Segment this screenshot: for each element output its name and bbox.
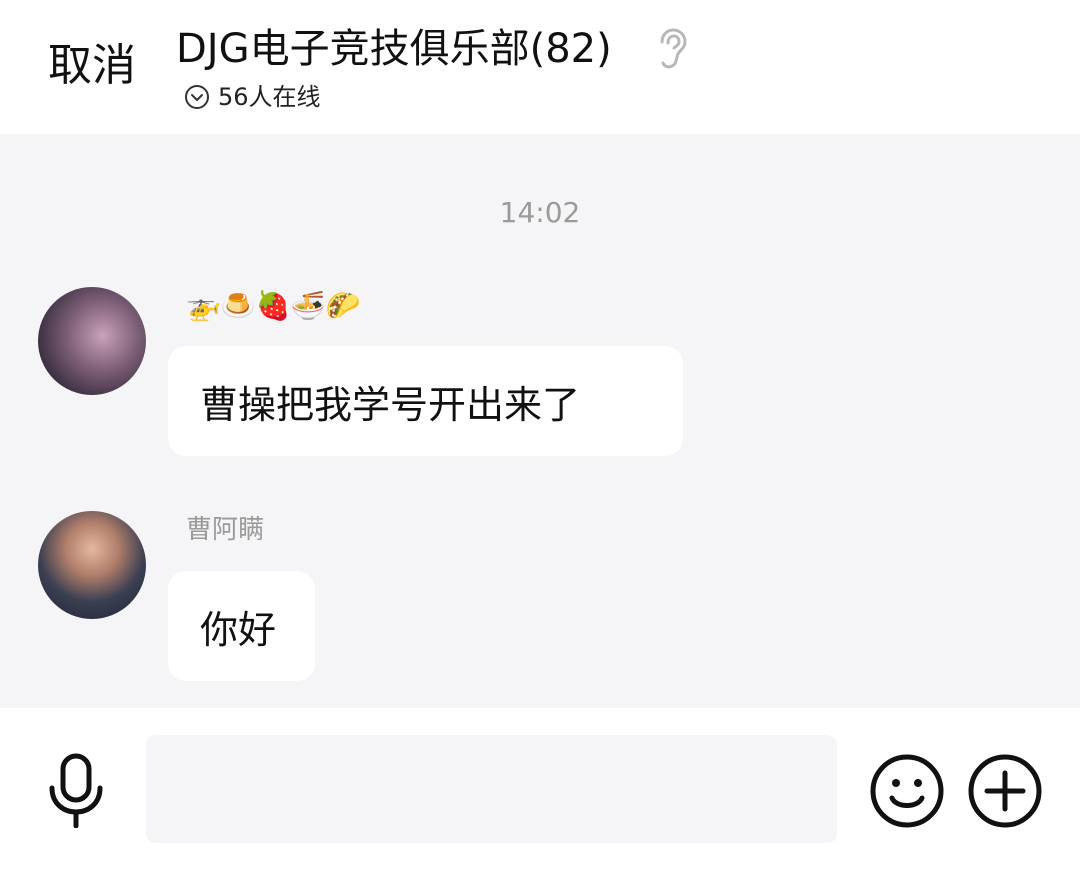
- avatar[interactable]: [38, 511, 146, 619]
- online-status[interactable]: 56人在线: [184, 80, 321, 114]
- group-title[interactable]: DJG电子竞技俱乐部(82): [176, 24, 612, 74]
- sender-name: 🚁🍮🍓🍜🌮: [186, 289, 361, 322]
- message-text: 你好: [200, 607, 277, 652]
- message-bubble[interactable]: 你好: [168, 571, 315, 681]
- chevron-down-icon: [185, 85, 209, 109]
- avatar[interactable]: [38, 287, 146, 395]
- cancel-button[interactable]: 取消: [48, 40, 136, 92]
- chat-header: 取消 DJG电子竞技俱乐部(82) 56人在线: [0, 0, 1080, 134]
- plus-icon[interactable]: [966, 752, 1044, 830]
- online-count: 56人在线: [218, 83, 321, 111]
- sender-name: 曹阿瞒: [186, 515, 265, 545]
- microphone-icon[interactable]: [44, 752, 108, 828]
- message-list[interactable]: 14:02 🚁🍮🍓🍜🌮 曹操把我学号开出来了 曹阿瞒 你好: [0, 134, 1080, 708]
- message-text: 曹操把我学号开出来了: [200, 382, 581, 427]
- message-input[interactable]: [146, 735, 837, 843]
- message-bubble[interactable]: 曹操把我学号开出来了: [168, 346, 683, 456]
- message-timestamp: 14:02: [499, 196, 581, 229]
- smiley-icon[interactable]: [868, 752, 946, 830]
- ear-icon[interactable]: [650, 26, 690, 70]
- input-bar: [0, 708, 1080, 870]
